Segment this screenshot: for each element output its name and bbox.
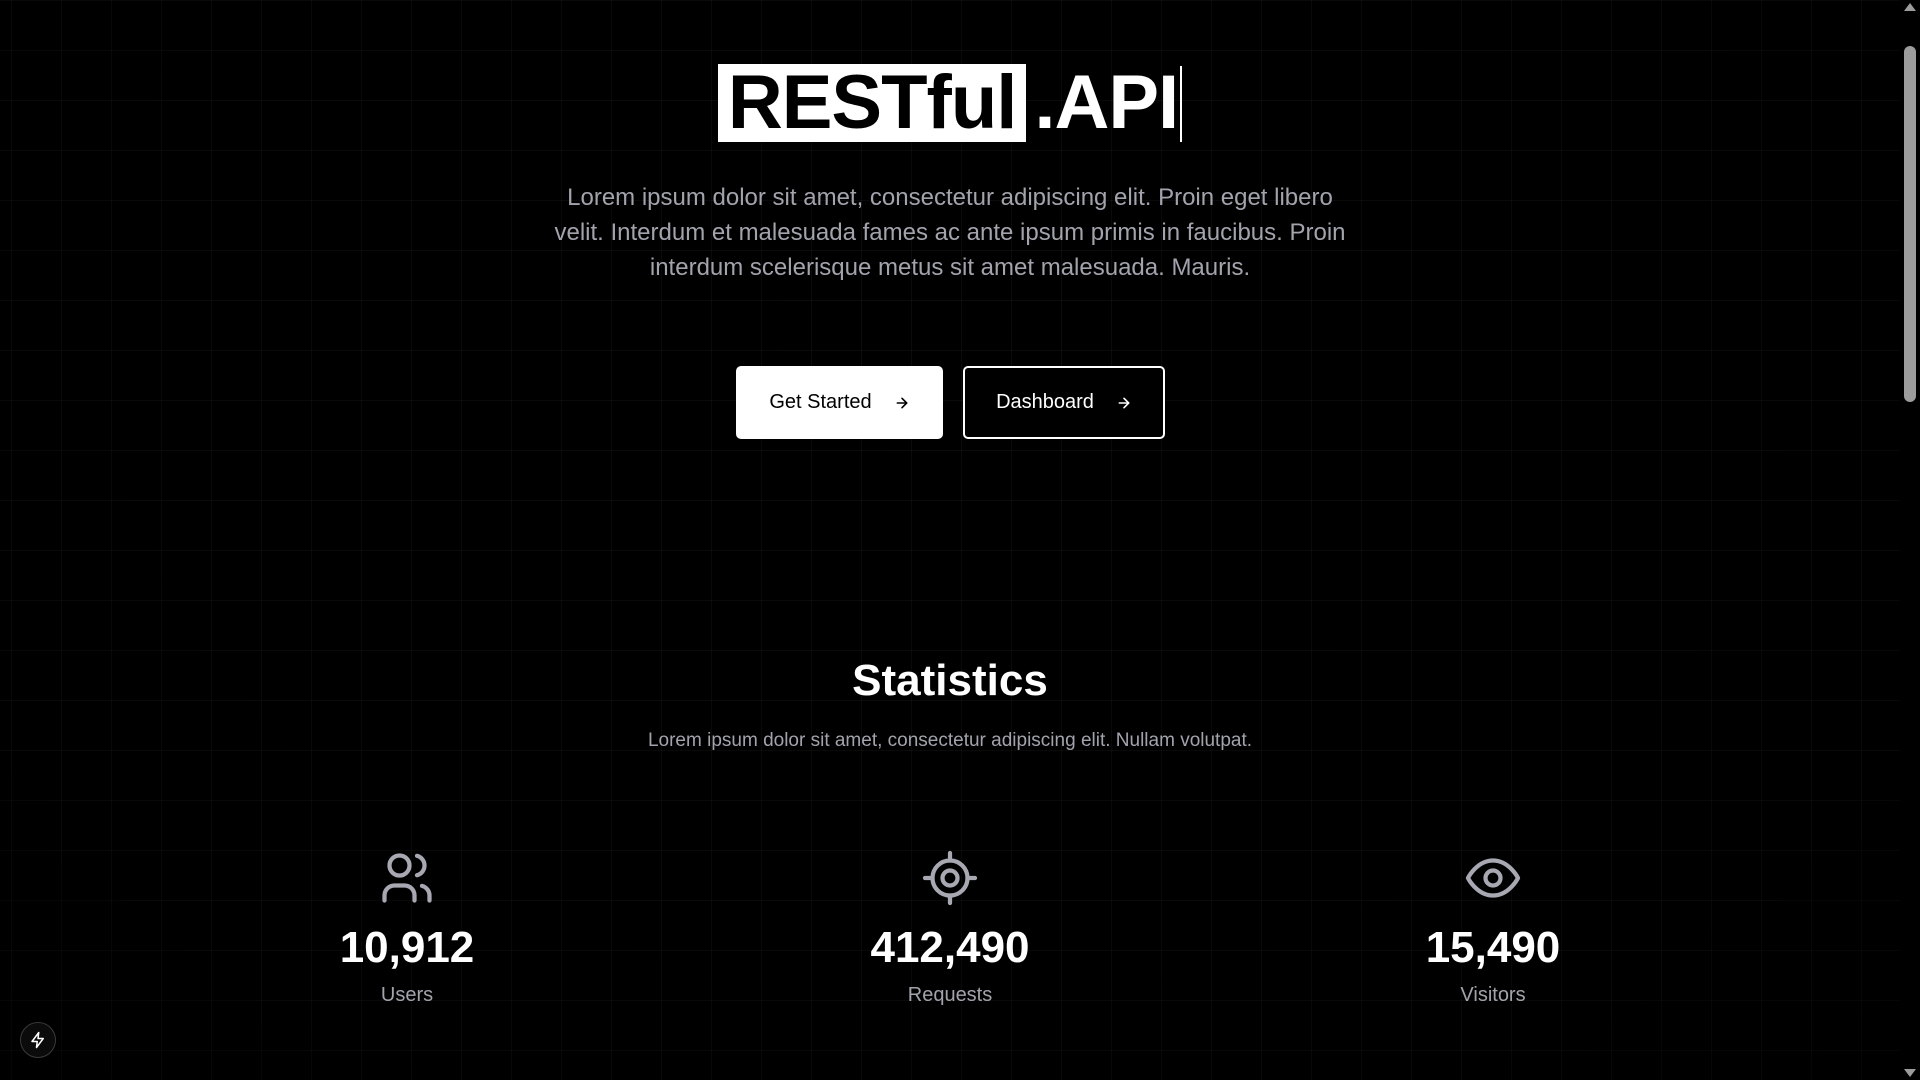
get-started-label: Get Started [769,391,872,413]
landing-page: RESTful .API Lorem ipsum dolor sit amet, … [0,0,1900,1080]
users-icon [237,848,577,908]
typing-caret [1180,66,1183,142]
scroll-up-arrow-icon[interactable] [1904,3,1916,11]
dev-tools-button[interactable] [20,1022,56,1058]
dashboard-label: Dashboard [996,391,1094,413]
dashboard-button[interactable]: Dashboard [963,366,1165,439]
hero-title: RESTful .API [0,64,1900,142]
scrollbar-thumb[interactable] [1904,46,1916,402]
hero-description: Lorem ipsum dolor sit amet, consectetur … [554,184,1346,281]
vertical-scrollbar[interactable] [1900,0,1920,1080]
get-started-button[interactable]: Get Started [736,366,943,439]
stat-visitors-value: 15,490 [1425,923,1561,972]
stat-users: 10,912 Users [237,848,577,1007]
stat-requests-value: 412,490 [870,923,1030,972]
stat-requests-label: Requests [907,984,993,1006]
hero-title-highlight: RESTful [717,64,1027,142]
stat-users-label: Users [380,984,434,1006]
hero-title-suffix: .API [1034,60,1179,145]
stat-requests: 412,490 Requests [780,848,1120,1007]
scroll-down-arrow-icon[interactable] [1904,1069,1916,1077]
stat-visitors-label: Visitors [1460,984,1526,1006]
stat-visitors: 15,490 Visitors [1323,848,1663,1007]
statistics-title: Statistics [852,656,1048,705]
arrow-right-icon [1116,395,1132,411]
bolt-icon [29,1031,47,1049]
eye-icon [1323,848,1663,908]
arrow-right-icon [894,395,910,411]
stat-users-value: 10,912 [339,923,475,972]
statistics-description: Lorem ipsum dolor sit amet, consectetur … [647,730,1253,751]
target-icon [780,848,1120,908]
